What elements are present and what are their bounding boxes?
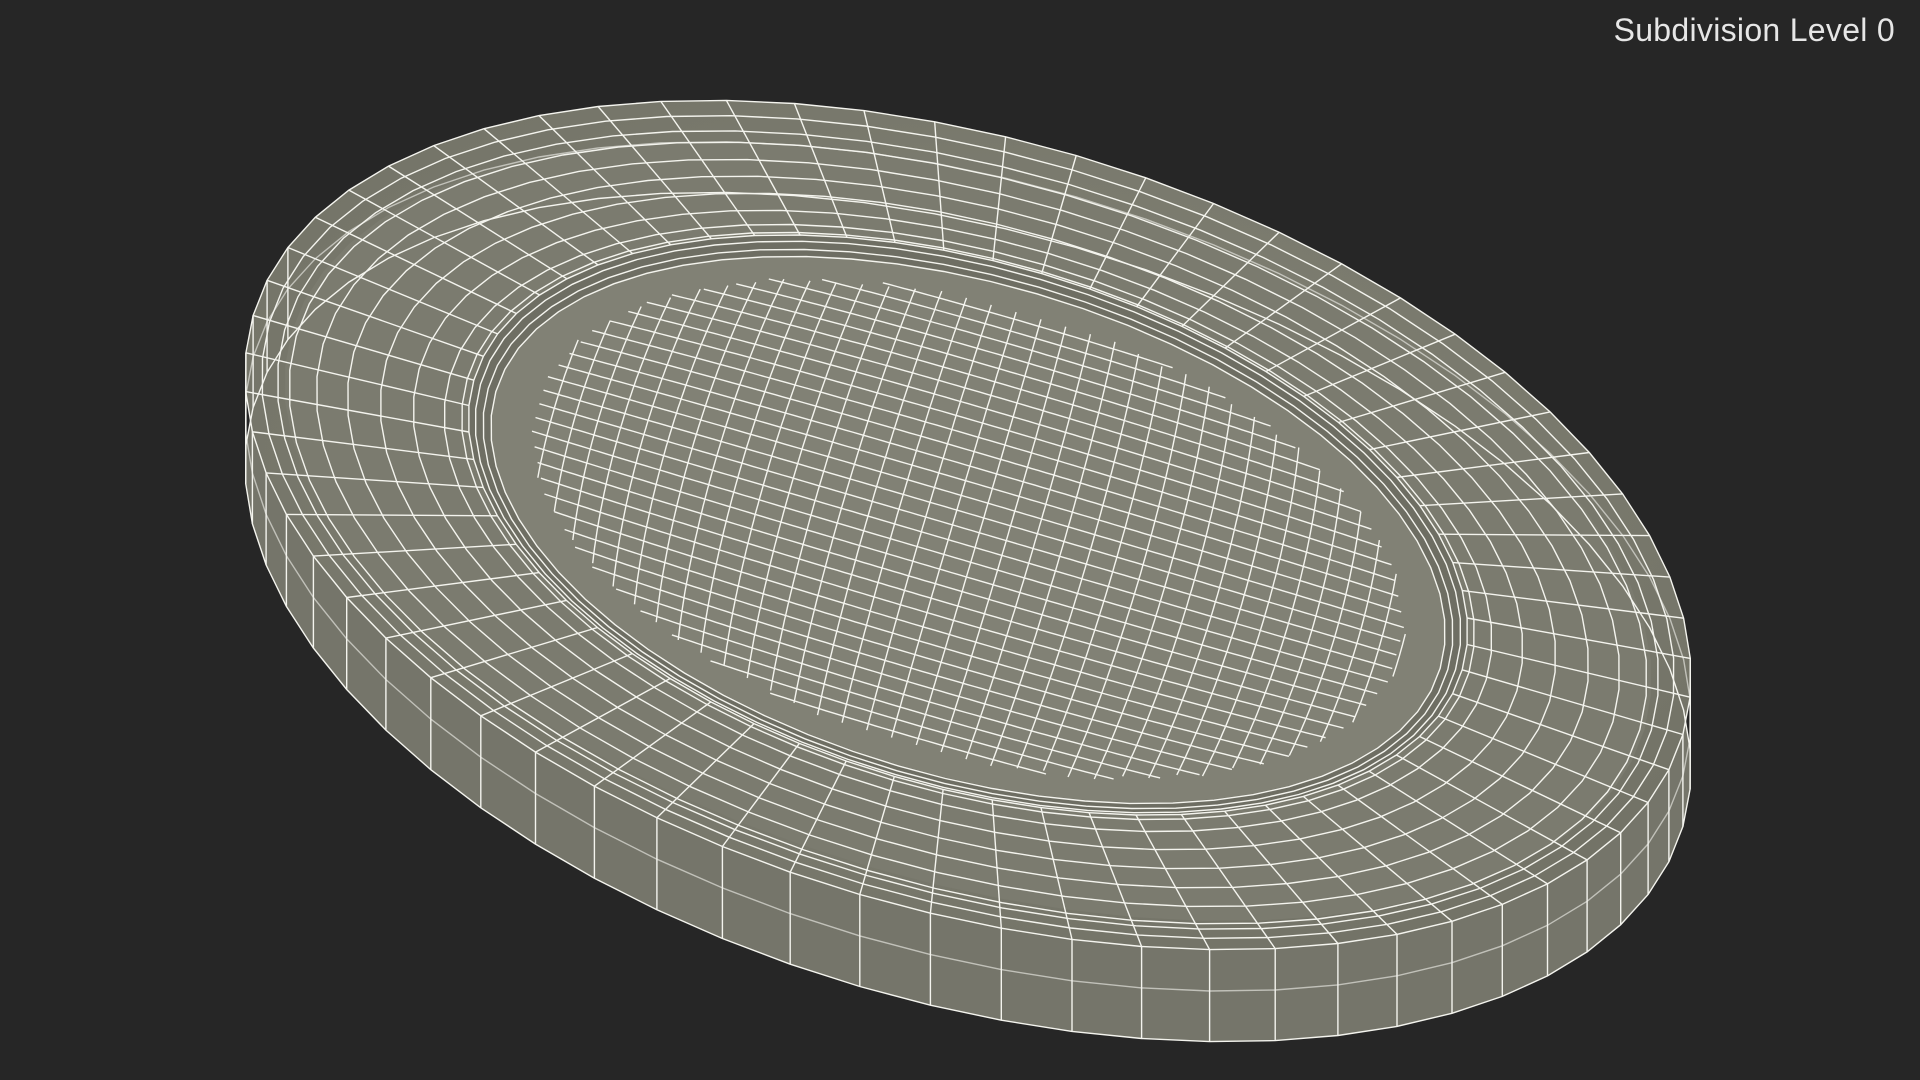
3d-viewport[interactable]: Subdivision Level 0	[0, 0, 1920, 1080]
tray-wireframe-mesh	[244, 99, 1692, 1043]
subdivision-level-label: Subdivision Level 0	[1613, 12, 1895, 48]
